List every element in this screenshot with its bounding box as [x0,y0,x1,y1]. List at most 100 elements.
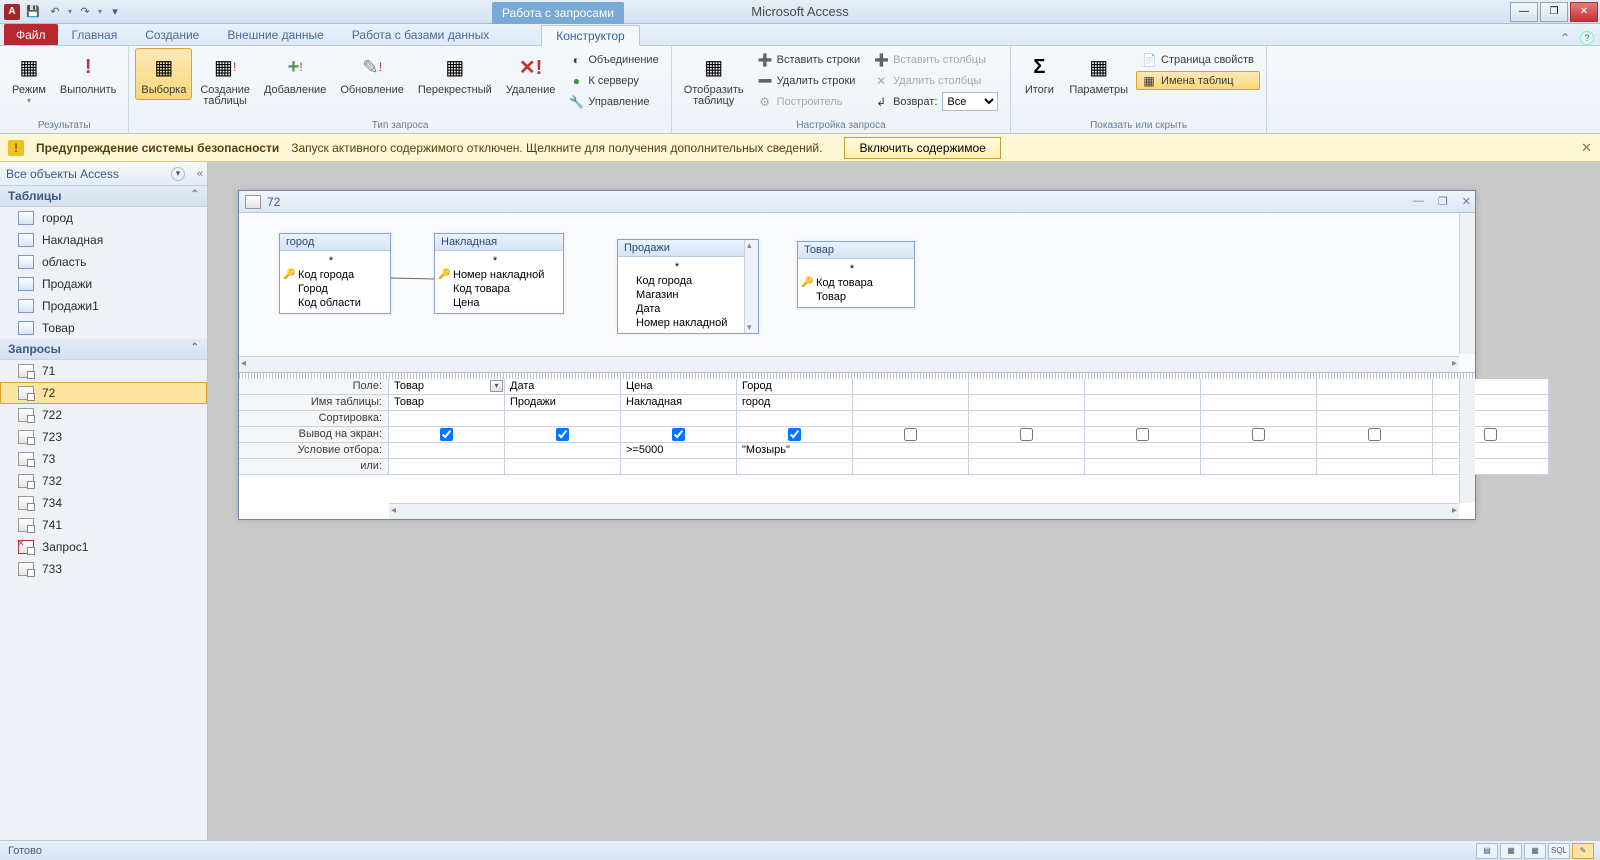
grid-cell[interactable] [1201,427,1317,443]
run-button[interactable]: ! Выполнить [54,48,122,100]
nav-item-table[interactable]: Продажи1 [0,295,207,317]
nav-item-query[interactable]: 732 [0,470,207,492]
nav-item-query[interactable]: 741 [0,514,207,536]
grid-cell[interactable] [853,443,969,459]
grid-cell[interactable] [969,443,1085,459]
table-diagram-pane[interactable]: город *🔑Код городаГородКод области Накла… [239,213,1475,373]
grid-cell[interactable] [853,427,969,443]
crosstab-button[interactable]: ▦ Перекрестный [412,48,498,100]
subwin-minimize[interactable]: — [1413,195,1424,208]
grid-cell[interactable] [389,443,505,459]
propsheet-button[interactable]: 📄Страница свойств [1136,50,1260,69]
grid-cell[interactable] [1433,395,1549,411]
table-field[interactable]: Код товара [435,282,563,296]
window-minimize[interactable]: — [1510,2,1538,22]
show-checkbox[interactable] [1252,428,1265,441]
grid-cell[interactable] [1201,411,1317,427]
table-field[interactable]: Код области [280,296,390,310]
tablenames-button[interactable]: ▦Имена таблиц [1136,71,1260,90]
window-maximize[interactable]: ❐ [1540,2,1568,22]
grid-cell[interactable]: город [737,395,853,411]
grid-cell[interactable] [1085,411,1201,427]
grid-cell[interactable] [1433,459,1549,475]
grid-cell[interactable] [621,459,737,475]
grid-cell[interactable] [389,459,505,475]
ribbon-minimize-icon[interactable]: ⌃ [1560,31,1570,45]
nav-item-query[interactable]: 73 [0,448,207,470]
tab-design[interactable]: Конструктор [541,25,639,46]
grid-cell[interactable]: >=5000 [621,443,737,459]
grid-cell[interactable] [1317,395,1433,411]
qat-redo[interactable]: ↷ [76,3,94,21]
grid-cell[interactable] [1201,395,1317,411]
grid-cell[interactable] [505,459,621,475]
qat-undo[interactable]: ↶ [46,3,64,21]
passthrough-button[interactable]: ●К серверу [563,71,664,90]
grid-cell[interactable] [737,411,853,427]
table-box-nakladnaya[interactable]: Накладная *🔑Номер накладнойКод товараЦен… [434,233,564,314]
show-checkbox[interactable] [1368,428,1381,441]
grid-cell[interactable] [505,427,621,443]
grid-cell[interactable] [505,411,621,427]
table-field[interactable]: * [798,262,914,276]
security-close-icon[interactable]: ✕ [1581,140,1592,156]
grid-cell[interactable]: "Мозырь" [737,443,853,459]
view-design-button[interactable]: ✎ [1572,843,1594,859]
table-field[interactable]: Город [280,282,390,296]
nav-item-query[interactable]: 723 [0,426,207,448]
grid-hscroll[interactable] [389,503,1459,519]
datadef-button[interactable]: 🔧Управление [563,92,664,111]
grid-cell[interactable] [1433,411,1549,427]
view-pivotchart-button[interactable]: ▦ [1524,843,1546,859]
builder-button[interactable]: ⚙Построитель [752,92,866,111]
union-button[interactable]: ◐Объединение [563,50,664,69]
show-checkbox[interactable] [1020,428,1033,441]
grid-cell[interactable] [853,379,969,395]
tab-create[interactable]: Создание [131,24,213,45]
table-field[interactable]: * [435,254,563,268]
qat-save[interactable]: 💾 [24,3,42,21]
grid-cell[interactable]: Товар▾ [389,379,505,395]
grid-cell[interactable] [1317,411,1433,427]
table-field[interactable]: Товар [798,290,914,304]
grid-cell[interactable]: Товар [389,395,505,411]
grid-cell[interactable]: Продажи [505,395,621,411]
nav-item-query[interactable]: 734 [0,492,207,514]
grid-cell[interactable] [969,459,1085,475]
showtable-button[interactable]: ▦ Отобразить таблицу [678,48,750,111]
show-checkbox[interactable] [1484,428,1497,441]
grid-cell[interactable] [1433,427,1549,443]
grid-cell[interactable] [1085,459,1201,475]
nav-item-table[interactable]: область [0,251,207,273]
grid-vscroll[interactable] [1459,379,1475,503]
nav-section-tables[interactable]: Таблицы⌃ [0,186,207,207]
return-select[interactable]: Все [942,92,998,111]
table-field[interactable]: Номер накладной [618,316,744,330]
table-field[interactable]: Магазин [618,288,744,302]
grid-cell[interactable]: Город [737,379,853,395]
nav-item-query[interactable]: 722 [0,404,207,426]
table-field[interactable]: Цена [435,296,563,310]
grid-cell[interactable] [505,443,621,459]
grid-cell[interactable]: Цена [621,379,737,395]
grid-cell[interactable] [853,459,969,475]
nav-item-table[interactable]: Продажи [0,273,207,295]
table-box-gorod[interactable]: город *🔑Код городаГородКод области [279,233,391,314]
grid-cell[interactable] [1085,379,1201,395]
grid-cell[interactable] [621,427,737,443]
tab-dbtools[interactable]: Работа с базами данных [338,24,503,45]
show-checkbox[interactable] [1136,428,1149,441]
table-field[interactable]: Дата [618,302,744,316]
append-button[interactable]: +! Добавление [258,48,332,100]
grid-cell[interactable] [1317,459,1433,475]
diagram-hscroll[interactable] [239,356,1459,372]
grid-cell[interactable] [1317,379,1433,395]
show-checkbox[interactable] [440,428,453,441]
subwin-close[interactable]: ✕ [1462,195,1471,208]
table-field[interactable]: 🔑Код города [280,268,390,282]
diagram-vscroll[interactable] [1459,213,1475,354]
view-button[interactable]: ▦ Режим ▾ [6,48,52,109]
grid-cell[interactable] [853,411,969,427]
nav-item-query[interactable]: Запрос1 [0,536,207,558]
nav-item-table[interactable]: Накладная [0,229,207,251]
